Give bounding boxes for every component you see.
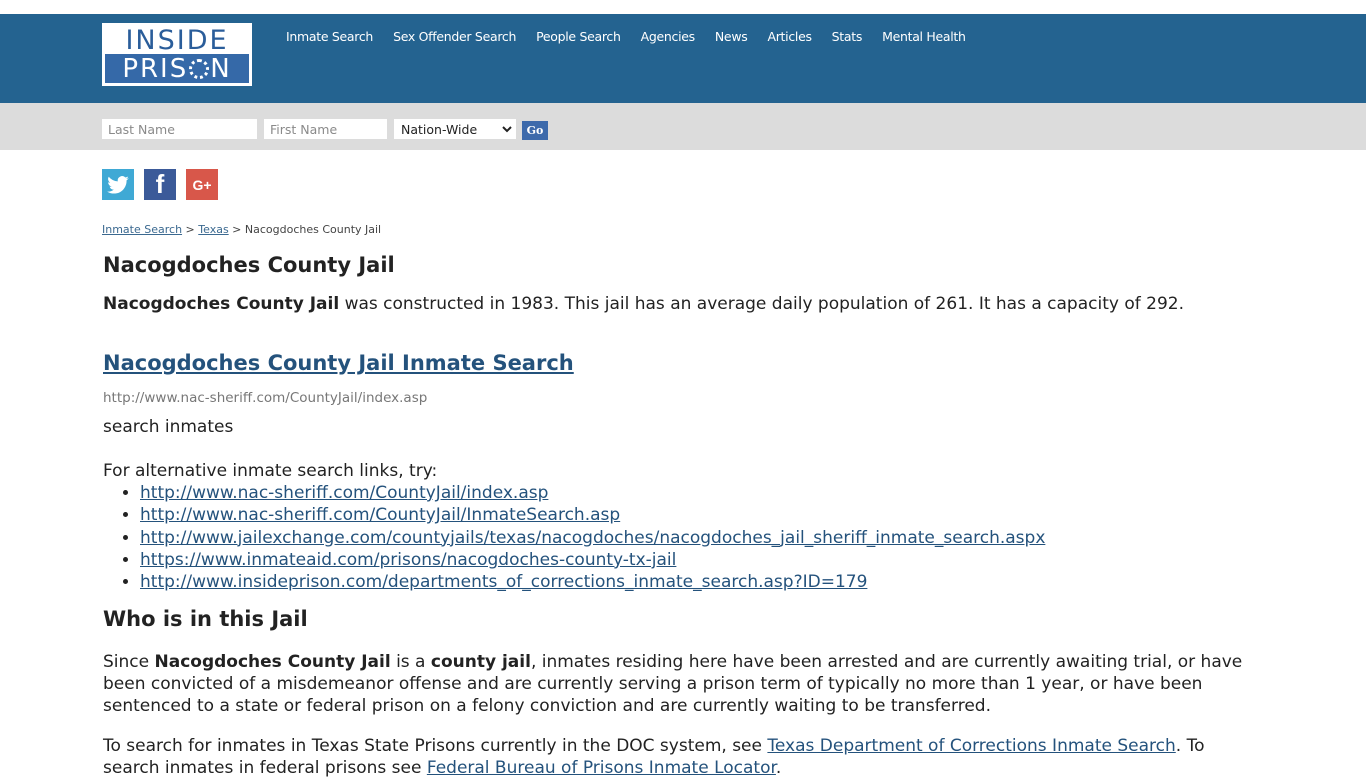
nav-articles[interactable]: Articles <box>767 29 812 44</box>
search-desc-block: search inmates <box>103 416 1263 438</box>
google-plus-icon[interactable]: G+ <box>186 169 218 200</box>
page-title: Nacogdoches County Jail <box>103 253 395 277</box>
nav-inmate-search[interactable]: Inmate Search <box>286 29 373 44</box>
google-plus-glyph: G+ <box>192 176 212 193</box>
breadcrumb-separator: > <box>232 223 242 236</box>
breadcrumb-separator: > <box>185 223 195 236</box>
logo-line-2-start: PRIS <box>122 53 189 84</box>
doc-text-1: To search for inmates in Texas State Pri… <box>103 736 768 756</box>
nav-agencies[interactable]: Agencies <box>641 29 696 44</box>
alt-link[interactable]: http://www.insideprison.com/departments_… <box>140 572 867 592</box>
intro-text: was constructed in 1983. This jail has a… <box>339 294 1184 314</box>
alt-link[interactable]: http://www.nac-sheriff.com/CountyJail/In… <box>140 505 620 525</box>
logo-line-2-end: N <box>210 53 232 84</box>
title-block: Nacogdoches County Jail <box>103 253 1263 277</box>
insideprison-logo[interactable]: INSIDE PRIS N <box>102 23 252 86</box>
nav-sex-offender-search[interactable]: Sex Offender Search <box>393 29 516 44</box>
alt-links-list: http://www.nac-sheriff.com/CountyJail/in… <box>103 482 1263 593</box>
list-item: http://www.jailexchange.com/countyjails/… <box>140 527 1263 549</box>
federal-bop-link[interactable]: Federal Bureau of Prisons Inmate Locator <box>427 758 776 778</box>
nav-news[interactable]: News <box>715 29 748 44</box>
search-description: search inmates <box>103 417 234 437</box>
alt-link[interactable]: http://www.nac-sheriff.com/CountyJail/in… <box>140 483 548 503</box>
breadcrumb-texas[interactable]: Texas <box>198 223 228 236</box>
alt-link[interactable]: https://www.inmateaid.com/prisons/nacogd… <box>140 550 676 570</box>
barbed-wire-ring-icon <box>189 58 210 79</box>
breadcrumb: Inmate Search > Texas > Nacogdoches Coun… <box>102 223 381 236</box>
main-nav: Inmate Search Sex Offender Search People… <box>286 29 986 44</box>
doc-block: To search for inmates in Texas State Pri… <box>103 735 1263 779</box>
scope-select[interactable]: Nation-Wide <box>394 119 516 139</box>
facebook-glyph: f <box>155 169 165 199</box>
alt-link[interactable]: http://www.jailexchange.com/countyjails/… <box>140 528 1045 548</box>
intro-block: Nacogdoches County Jail was constructed … <box>103 293 1263 315</box>
list-item: https://www.inmateaid.com/prisons/nacogd… <box>140 549 1263 571</box>
list-item: http://www.nac-sheriff.com/CountyJail/in… <box>140 482 1263 504</box>
who-text-2: is a <box>390 652 431 672</box>
breadcrumb-current: Nacogdoches County Jail <box>244 223 382 236</box>
top-gap <box>0 0 1366 14</box>
doc-paragraph: To search for inmates in Texas State Pri… <box>103 735 1263 779</box>
first-name-input[interactable] <box>264 119 387 139</box>
facebook-icon[interactable]: f <box>144 169 176 200</box>
nav-stats[interactable]: Stats <box>832 29 863 44</box>
alt-links-intro: For alternative inmate search links, try… <box>103 461 438 481</box>
who-bold-1: Nacogdoches County Jail <box>154 652 391 672</box>
who-text-1: Since <box>103 652 155 672</box>
inmate-search-link[interactable]: Nacogdoches County Jail Inmate Search <box>103 351 574 375</box>
nav-people-search[interactable]: People Search <box>536 29 621 44</box>
intro-paragraph: Nacogdoches County Jail was constructed … <box>103 293 1263 315</box>
who-block: Since Nacogdoches County Jail is a count… <box>103 651 1263 717</box>
intro-bold: Nacogdoches County Jail <box>103 294 340 314</box>
alt-links-block: For alternative inmate search links, try… <box>103 460 1263 593</box>
list-item: http://www.insideprison.com/departments_… <box>140 571 1263 593</box>
who-bold-2: county jail <box>430 652 531 672</box>
breadcrumb-inmate-search[interactable]: Inmate Search <box>102 223 182 236</box>
go-button[interactable]: Go <box>522 121 548 140</box>
search-url: http://www.nac-sheriff.com/CountyJail/in… <box>103 390 428 406</box>
last-name-input[interactable] <box>102 119 257 139</box>
search-bar: Nation-Wide Go <box>0 103 1366 150</box>
twitter-bird-icon <box>107 175 129 194</box>
doc-text-3: . <box>775 758 782 778</box>
site-header: INSIDE PRIS N Inmate Search Sex Offender … <box>0 14 1366 103</box>
texas-doc-link[interactable]: Texas Department of Corrections Inmate S… <box>767 736 1175 756</box>
search-url-block: http://www.nac-sheriff.com/CountyJail/in… <box>103 387 1263 406</box>
search-link-block: Nacogdoches County Jail Inmate Search <box>103 351 1263 375</box>
logo-line-1: INSIDE <box>125 25 229 56</box>
social-share: f G+ <box>102 169 218 200</box>
list-item: http://www.nac-sheriff.com/CountyJail/In… <box>140 504 1263 526</box>
logo-line-2: PRIS N <box>105 54 249 83</box>
who-heading: Who is in this Jail <box>103 607 308 631</box>
who-heading-block: Who is in this Jail <box>103 607 1263 631</box>
nav-mental-health[interactable]: Mental Health <box>882 29 966 44</box>
who-paragraph: Since Nacogdoches County Jail is a count… <box>103 651 1263 717</box>
twitter-icon[interactable] <box>102 169 134 200</box>
